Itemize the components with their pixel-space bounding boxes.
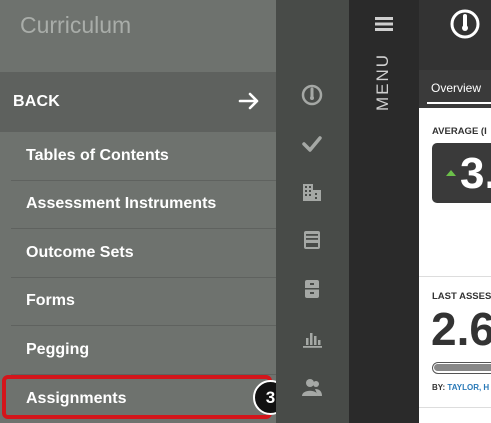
arrow-right-icon [238, 92, 259, 110]
nav-title: Curriculum [20, 12, 132, 38]
menu-bar[interactable]: MENU [349, 0, 419, 423]
curriculum-nav-panel: Curriculum BACK Tables of Contents Asses… [0, 0, 276, 423]
gauge-logo-icon[interactable] [449, 8, 481, 40]
card-divider [419, 276, 491, 277]
back-button[interactable]: BACK [0, 72, 276, 132]
card-divider [419, 407, 491, 408]
bar-chart-icon[interactable] [301, 327, 323, 349]
tab-active-indicator [427, 102, 491, 104]
cabinet-icon[interactable] [301, 278, 323, 300]
nav-item-label: Pegging [26, 340, 90, 358]
average-value: 3. [460, 149, 491, 198]
nav-item-label: Tables of Contents [26, 146, 169, 164]
nav-item-assessment-instruments[interactable]: Assessment Instruments [11, 181, 276, 229]
assessor-name-link[interactable]: TAYLOR, H [447, 383, 489, 392]
average-card-label: AVERAGE (I [432, 126, 487, 137]
nav-item-label: Assessment Instruments [26, 195, 217, 213]
score-progress-fill [434, 364, 491, 371]
main-header [419, 0, 491, 70]
nav-item-pegging[interactable]: Pegging [11, 326, 276, 375]
by-prefix: BY: [432, 383, 448, 392]
inbox-icon[interactable] [301, 229, 323, 251]
nav-item-forms[interactable]: Forms [11, 278, 276, 326]
nav-item-label: Forms [26, 292, 75, 310]
nav-item-label: Outcome Sets [26, 243, 134, 261]
back-label: BACK [13, 93, 61, 110]
nav-item-tables-of-contents[interactable]: Tables of Contents [11, 132, 276, 181]
hamburger-icon[interactable] [375, 16, 393, 32]
gauge-icon[interactable] [301, 84, 323, 106]
tab-overview[interactable]: Overview [419, 74, 491, 104]
nav-item-outcome-sets[interactable]: Outcome Sets [11, 229, 276, 278]
assessed-by-line: BY: TAYLOR, H [432, 383, 489, 392]
assignments-highlight-outline [2, 375, 272, 419]
trend-up-icon [446, 170, 456, 176]
last-assessment-label: LAST ASSES [432, 291, 491, 302]
icon-rail [276, 0, 349, 423]
score-progress-bar [432, 362, 491, 374]
last-assessment-value: 2.6 [431, 303, 491, 355]
main-content: Overview AVERAGE (I 3. LAST ASSES 2.6 BY… [419, 0, 491, 423]
users-icon[interactable] [301, 376, 323, 398]
menu-label[interactable]: MENU [373, 52, 393, 112]
check-icon[interactable] [301, 133, 323, 155]
average-value-box: 3. [432, 143, 491, 203]
building-icon[interactable] [301, 181, 323, 203]
